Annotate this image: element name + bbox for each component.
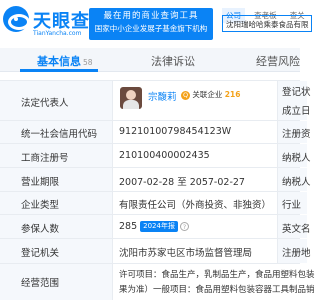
label-reg-no: 工商注册号 — [21, 153, 69, 164]
label-authority: 登记机关 — [21, 248, 60, 259]
related-companies-link[interactable]: Q 关联企业 216 — [181, 89, 240, 100]
term-value: 2007-02-28 至 2057-02-27 — [119, 177, 245, 188]
label-term: 营业期限 — [21, 177, 60, 188]
authority-value: 沈阳市苏家屯区市场监督管理局 — [119, 248, 253, 259]
site-header: 天眼查 TianYancha.com 最在用的商业查询工具 国家中小企业发展子基… — [0, 0, 312, 47]
label-type: 企业类型 — [21, 200, 60, 211]
scope-line-2: 果为准）一般项目：食品用塑料包装容器工具制品销 — [119, 285, 315, 295]
label-english-name: 英文名 — [282, 224, 311, 235]
row-type: 企业类型 有限责任公司（外商投资、非独资） 行业 — [0, 191, 307, 214]
label-reg-status: 登记状 — [282, 87, 311, 98]
credit-code-value: 91210100798454123W — [119, 126, 232, 137]
label-scope: 经营范围 — [21, 278, 60, 289]
tab-basic-info[interactable]: 基本信息 58 — [37, 53, 93, 69]
active-tab-indicator — [20, 69, 98, 72]
search-input[interactable]: 沈阳瑞哈哈乘泰食品有限 — [222, 15, 312, 32]
avatar[interactable] — [120, 87, 142, 109]
label-taxpayer-1: 纳税人 — [282, 153, 311, 164]
label-legal-rep: 法定代表人 — [21, 98, 69, 109]
banner-line-2: 国家中小企业发展子基金旗下机构 — [94, 24, 208, 33]
annual-report-badge[interactable]: 2024年报 — [140, 221, 178, 232]
row-authority: 登记机关 沈阳市苏家屯区市场监督管理局 注册地 — [0, 238, 311, 263]
label-reg-address: 注册地 — [282, 248, 311, 259]
related-text: 关联企业 — [192, 90, 223, 99]
tab-basic-info-count: 58 — [83, 58, 93, 67]
tab-legal[interactable]: 法律诉讼 — [151, 53, 195, 69]
row-scope: 经营范围 许可项目：食品生产，乳制品生产，食品用塑料包装 果为准）一般项目：食品… — [0, 263, 315, 300]
row-legal-rep: 法定代表人 宗馥莉 Q 关联企业 216 登记状 成立日 — [0, 80, 311, 120]
promo-banner[interactable]: 最在用的商业查询工具 国家中小企业发展子基金旗下机构 — [89, 8, 213, 40]
row-insured: 参保人数 285 2024年报? 英文名 — [0, 214, 311, 238]
insured-count: 285 — [119, 221, 138, 232]
label-established: 成立日 — [282, 106, 311, 117]
scope-line-1: 许可项目：食品生产，乳制品生产，食品用塑料包装 — [119, 270, 315, 280]
row-term: 营业期限 2007-02-28 至 2057-02-27 纳税人 — [0, 167, 311, 191]
type-value: 有限责任公司（外商投资、非独资） — [119, 200, 272, 211]
tab-risk[interactable]: 经营风险 — [256, 53, 300, 69]
label-reg-capital: 注册资 — [282, 129, 311, 140]
legal-rep-name-link[interactable]: 宗馥莉 — [148, 89, 177, 103]
insured-value: 285 2024年报? — [119, 221, 189, 232]
related-badge-icon: Q — [181, 90, 190, 100]
reg-no-value: 210100400002435 — [119, 150, 210, 161]
tab-basic-info-label: 基本信息 — [37, 55, 81, 68]
label-credit-code: 统一社会信用代码 — [21, 129, 98, 140]
logo-subtitle: TianYancha.com — [33, 30, 82, 37]
row-credit-code: 统一社会信用代码 91210100798454123W 注册资 — [0, 120, 311, 143]
label-insured: 参保人数 — [21, 224, 60, 235]
label-taxpayer-2: 纳税人 — [282, 177, 311, 188]
info-icon[interactable]: ? — [179, 222, 189, 231]
tianyancha-logo-icon[interactable] — [3, 6, 30, 32]
banner-line-1: 最在用的商业查询工具 — [103, 11, 199, 21]
label-industry: 行业 — [282, 200, 302, 211]
row-reg-no: 工商注册号 210100400002435 纳税人 — [0, 143, 311, 167]
related-count: 216 — [224, 90, 241, 99]
